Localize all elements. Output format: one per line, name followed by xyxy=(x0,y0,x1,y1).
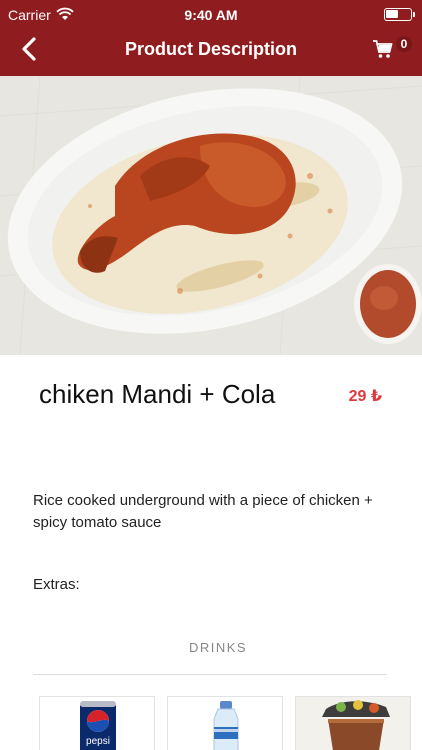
battery-icon xyxy=(384,8,415,21)
pepsi-can-icon: pepsi xyxy=(80,701,116,750)
product-name: chiken Mandi + Cola xyxy=(39,379,276,409)
drink-item-pepsi[interactable]: pepsi xyxy=(39,696,155,750)
page-title: Product Description xyxy=(124,39,298,59)
pepsi-brand-text: pepsi xyxy=(86,736,110,747)
status-time: 9:40 AM xyxy=(184,7,238,23)
section-divider xyxy=(33,674,387,675)
juice-cup-icon xyxy=(296,697,410,750)
status-bar: Carrier 9:40 AM xyxy=(0,0,422,30)
drinks-section-label: DRINKS xyxy=(188,640,248,655)
cart-icon[interactable] xyxy=(372,38,394,60)
water-bottle-icon xyxy=(213,701,239,750)
cart-count-badge: 0 xyxy=(396,36,412,52)
product-image xyxy=(0,76,422,355)
drink-item-water[interactable] xyxy=(167,696,283,750)
navigation-bar: Product Description 0 xyxy=(0,30,422,76)
header: Carrier 9:40 AM Product Description 0 xyxy=(0,0,422,76)
product-price: 29 ₺ xyxy=(348,388,382,405)
extras-label: Extras: xyxy=(33,576,80,593)
product-description: Rice cooked underground with a piece of … xyxy=(33,492,373,531)
drink-item-juice[interactable] xyxy=(295,696,411,750)
